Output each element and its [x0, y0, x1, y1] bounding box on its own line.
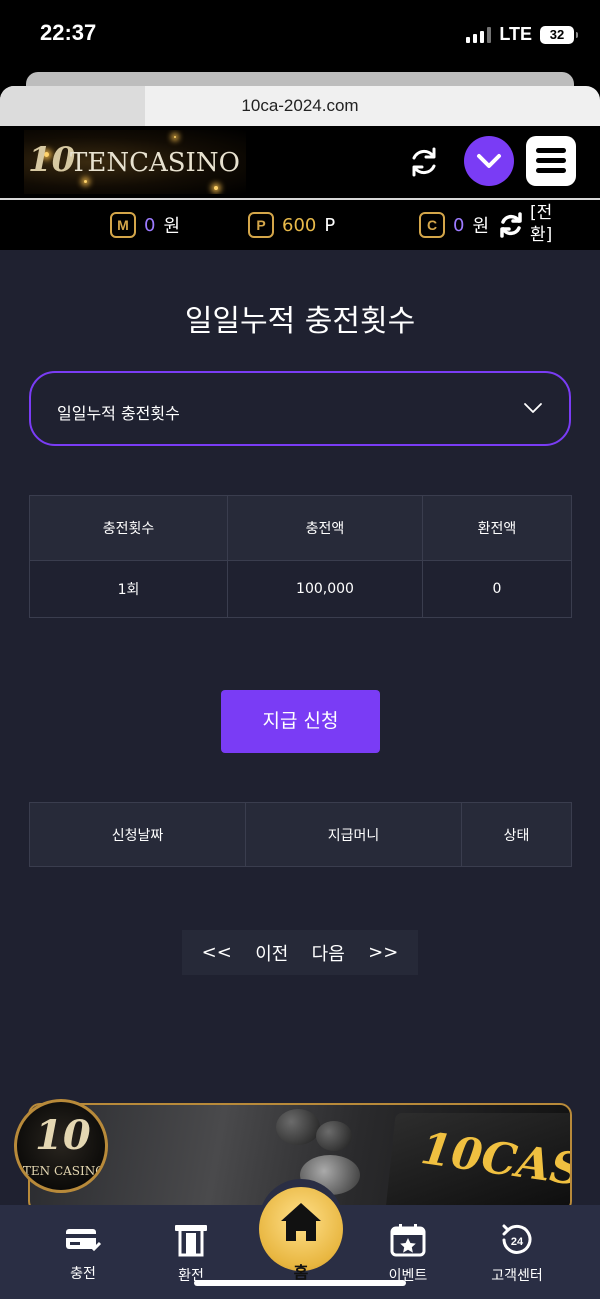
table-cell: 1회	[29, 560, 228, 618]
chevron-down-icon	[477, 154, 501, 168]
convert-button[interactable]: [전 환]	[530, 202, 570, 246]
bonus-type-select[interactable]: 일일누적 충전횟수	[29, 371, 571, 446]
apply-button[interactable]: 지급 신청	[221, 690, 380, 753]
battery-icon: 32	[540, 25, 578, 44]
network-type: LTE	[499, 24, 532, 44]
table-cell: 0	[422, 560, 572, 618]
money-value: 0	[144, 214, 156, 236]
address-bar[interactable]: 10ca-2024.com	[0, 86, 600, 126]
table-header: 환전액	[422, 495, 572, 561]
application-history-table: 신청날짜 지급머니 상태	[29, 802, 572, 867]
url-text[interactable]: 10ca-2024.com	[0, 96, 600, 116]
hamburger-menu-button[interactable]	[526, 136, 576, 186]
svg-text:24: 24	[511, 1236, 524, 1248]
screen: 22:37 LTE 32 10ca-2024.com 10 TENCASINO	[0, 0, 600, 1299]
site-logo[interactable]: 10 TENCASINO	[24, 130, 246, 194]
atm-icon	[175, 1225, 207, 1257]
table-cell: 100,000	[227, 560, 423, 618]
table-header: 충전액	[227, 495, 423, 561]
money-balance: M 0 원	[110, 212, 180, 238]
pagination: << 이전 다음 >>	[182, 930, 418, 975]
page-title: 일일누적 충전횟수	[184, 304, 416, 339]
calendar-star-icon	[390, 1224, 426, 1257]
status-time: 22:37	[40, 20, 97, 45]
prev-page-button[interactable]: 이전	[255, 940, 288, 966]
dropdown-button[interactable]	[464, 136, 514, 186]
signal-icon	[466, 26, 492, 43]
balance-refresh-icon[interactable]	[496, 210, 526, 240]
casino-balance: C 0 원	[419, 212, 489, 238]
point-icon: P	[248, 212, 274, 238]
next-page-button[interactable]: 다음	[312, 940, 345, 966]
chevron-down-icon	[524, 403, 542, 413]
logo-text: TENCASINO	[70, 148, 240, 178]
casino-value: 0	[453, 214, 465, 236]
table-row: 1회 100,000 0	[29, 560, 572, 618]
support-24-icon: 24	[502, 1224, 532, 1254]
balance-bar: M 0 원 P 600 P C 0 원 [전 환]	[0, 198, 600, 250]
nav-item-charge[interactable]: 충전	[38, 1223, 128, 1283]
point-value: 600	[282, 214, 317, 236]
table-header: 신청날짜	[29, 802, 246, 867]
point-unit: P	[324, 214, 336, 236]
table-header: 상태	[461, 802, 572, 867]
refresh-icon[interactable]	[404, 142, 444, 182]
nav-item-exchange[interactable]: 환전	[146, 1223, 236, 1285]
nav-item-event[interactable]: 이벤트	[363, 1223, 453, 1285]
casino-unit: 원	[472, 216, 490, 237]
status-bar: 22:37 LTE 32	[0, 0, 600, 72]
logo-mark: 10	[28, 140, 76, 180]
first-page-button[interactable]: <<	[202, 942, 232, 963]
table-header-row: 충전횟수 충전액 환전액	[29, 495, 572, 561]
browser-url-bar: 10ca-2024.com	[0, 72, 600, 126]
card-icon	[66, 1229, 102, 1252]
table-header: 충전횟수	[29, 495, 228, 561]
charge-summary-table: 충전횟수 충전액 환전액 1회 100,000 0	[29, 495, 572, 618]
money-icon: M	[110, 212, 136, 238]
casino-icon: C	[419, 212, 445, 238]
table-header-row: 신청날짜 지급머니 상태	[29, 802, 572, 867]
select-value: 일일누적 충전횟수	[57, 404, 180, 423]
home-icon	[281, 1203, 321, 1241]
site-header: 10 TENCASINO	[0, 126, 600, 198]
money-unit: 원	[163, 216, 181, 237]
last-page-button[interactable]: >>	[368, 942, 398, 963]
status-indicators: LTE 32	[466, 24, 578, 45]
nav-item-support[interactable]: 24 고객센터	[472, 1223, 562, 1285]
table-header: 지급머니	[245, 802, 462, 867]
floating-logo-button[interactable]: 10 TEN CASINO	[14, 1099, 108, 1193]
home-indicator	[194, 1280, 406, 1286]
point-balance: P 600 P	[248, 212, 335, 238]
